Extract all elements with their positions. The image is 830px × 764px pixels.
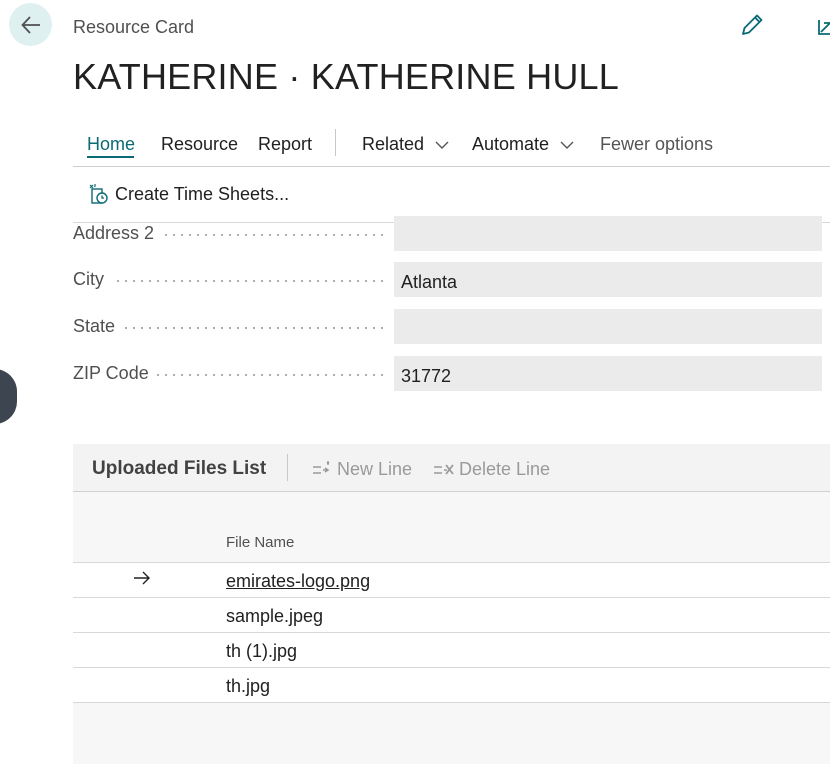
files-list-title: Uploaded Files List (92, 458, 267, 479)
page-title: KATHERINE · KATHERINE HULL (73, 56, 619, 97)
field-leader-dots (122, 327, 386, 329)
state-field[interactable] (394, 309, 822, 344)
tab-resource[interactable]: Resource (161, 134, 238, 155)
field-label: ZIP Code (73, 363, 149, 383)
field-label: City (73, 269, 104, 289)
tab-report[interactable]: Report (258, 134, 312, 155)
column-header-file-name[interactable]: File Name (226, 534, 294, 551)
page-caption: Resource Card (73, 17, 195, 37)
table-row[interactable]: th.jpg (73, 668, 830, 703)
field-leader-dots (114, 280, 386, 282)
field-label: State (73, 316, 116, 336)
files-header-divider (287, 454, 288, 481)
files-list-header: Uploaded Files List New Line Delete Line (73, 444, 830, 492)
delete-line-label: Delete Line (459, 459, 551, 479)
file-name-link[interactable]: sample.jpeg (226, 606, 323, 627)
open-in-new-button[interactable] (816, 12, 830, 43)
automate-label: Automate (472, 134, 550, 154)
field-leader-dots (154, 374, 386, 376)
create-time-sheets-label: Create Time Sheets... (115, 183, 290, 204)
table-row[interactable]: sample.jpeg (73, 598, 830, 633)
files-list: File Name emirates-logo.png sample.jpeg … (73, 492, 830, 764)
field-zip-code: ZIP Code 31772 (73, 356, 822, 391)
field-city: City Atlanta (73, 262, 822, 297)
edit-button[interactable] (739, 12, 765, 43)
zip-code-field[interactable]: 31772 (394, 356, 822, 391)
fewer-options-button[interactable]: Fewer options (600, 134, 713, 155)
create-time-sheets-button[interactable]: Create Time Sheets... (88, 183, 289, 205)
new-line-label: New Line (337, 459, 413, 479)
arrow-left-icon (20, 15, 40, 34)
pencil-icon (742, 14, 763, 35)
chevron-down-icon (435, 141, 449, 150)
related-label: Related (362, 134, 425, 154)
active-tab-indicator (87, 156, 134, 158)
chevron-down-icon (560, 141, 574, 150)
file-name-link[interactable]: th.jpg (226, 676, 270, 697)
table-row[interactable]: th (1).jpg (73, 633, 830, 668)
new-line-icon (313, 460, 330, 474)
delete-line-icon (434, 463, 454, 475)
open-in-new-icon (818, 20, 830, 35)
new-line-button[interactable]: New Line (312, 459, 412, 480)
action-bar: Home Resource Report Related Automate Fe… (73, 126, 830, 167)
address-2-field[interactable] (394, 216, 822, 251)
field-address-2: Address 2 (73, 216, 822, 251)
related-menu[interactable]: Related (362, 134, 449, 155)
city-field[interactable]: Atlanta (394, 262, 822, 297)
side-panel-tab[interactable] (0, 369, 17, 424)
file-name-link[interactable]: th (1).jpg (226, 641, 297, 662)
delete-line-button[interactable]: Delete Line (433, 459, 550, 480)
file-name-link[interactable]: emirates-logo.png (226, 571, 370, 592)
field-state: State (73, 309, 822, 344)
action-bar-divider (335, 129, 336, 156)
table-row[interactable]: emirates-logo.png (73, 563, 830, 598)
timesheet-icon (89, 184, 108, 204)
automate-menu[interactable]: Automate (472, 134, 574, 155)
field-label: Address 2 (73, 223, 155, 243)
field-leader-dots (162, 234, 386, 236)
arrow-right-icon (134, 571, 150, 585)
back-button[interactable] (9, 3, 52, 46)
tab-home[interactable]: Home (87, 134, 135, 155)
